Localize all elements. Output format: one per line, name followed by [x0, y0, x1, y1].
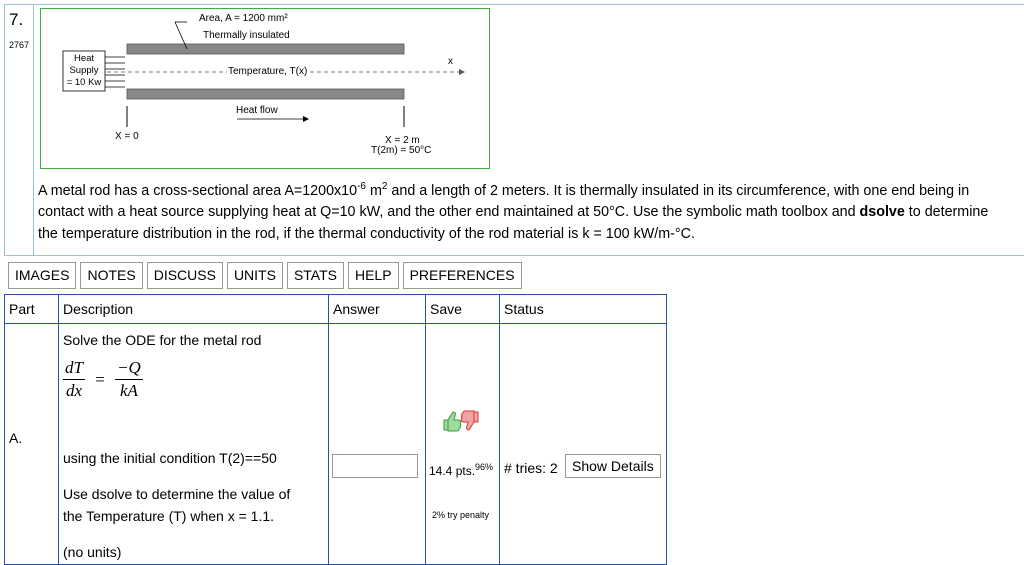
desc-condition: using the initial condition T(2)==50	[63, 450, 277, 466]
answer-cell	[328, 323, 426, 565]
part-label: A.	[9, 430, 23, 446]
temperature-label: Temperature, T(x)	[227, 66, 309, 77]
description-line-3: the temperature distribution in the rod,…	[38, 225, 695, 242]
desc-units: (no units)	[63, 544, 122, 560]
x-axis-label: x	[448, 56, 453, 67]
area-label: Area, A = 1200 mm²	[199, 13, 288, 24]
tab-discuss[interactable]: DISCUSS	[146, 262, 223, 289]
desc-task-2: the Temperature (T) when x = 1.1.	[63, 508, 275, 524]
thumbs-down-icon[interactable]	[460, 410, 479, 431]
points-percent: 96%	[475, 462, 494, 472]
tab-units[interactable]: UNITS	[226, 262, 283, 289]
t2-label: T(2m) = 50°C	[371, 145, 432, 156]
header-status: Status	[499, 294, 667, 324]
tab-preferences[interactable]: PREFERENCES	[402, 262, 522, 289]
tries-count: # tries: 2	[504, 460, 558, 476]
thumbs-up-icon[interactable]	[443, 411, 462, 432]
rod-diagram: Area, A = 1200 mm² Thermally insulated H…	[40, 8, 490, 169]
question-number: 7.	[9, 10, 24, 29]
ode-rhs: −Q kA	[115, 358, 143, 400]
desc-intro: Solve the ODE for the metal rod	[63, 332, 262, 348]
table-header-row: Part Description Answer Save Status	[4, 294, 667, 324]
status-cell: # tries: 2 Show Details	[499, 323, 667, 565]
header-part: Part	[4, 294, 59, 324]
tab-images[interactable]: IMAGES	[8, 262, 77, 289]
heat-supply-line-2: Supply	[69, 65, 99, 76]
rod-bottom-insulation	[126, 88, 405, 100]
heat-supply-line-1: Heat	[73, 53, 95, 64]
part-cell: A.	[4, 323, 59, 565]
tab-stats[interactable]: STATS	[286, 262, 344, 289]
heat-flow-label: Heat flow	[236, 105, 278, 116]
heat-supply-label: Heat Supply = 10 Kw	[64, 53, 104, 89]
tab-bar: IMAGES NOTES DISCUSS UNITS STATS HELP PR…	[8, 262, 522, 289]
header-save: Save	[425, 294, 500, 324]
show-details-button[interactable]: Show Details	[565, 454, 661, 478]
tab-help[interactable]: HELP	[347, 262, 399, 289]
answer-input[interactable]	[332, 454, 418, 478]
problem-description: A metal rod has a cross-sectional area A…	[38, 176, 1018, 245]
ode-lhs: dT dx	[63, 358, 85, 400]
desc-task-1: Use dsolve to determine the value of	[63, 486, 291, 502]
x0-label: X = 0	[115, 131, 139, 142]
ode-equation: dT dx = −Q kA	[63, 358, 143, 400]
feedback-icons	[442, 410, 482, 435]
insulated-label: Thermally insulated	[203, 30, 290, 41]
save-cell: 14.4 pts.96% 2% try penalty	[425, 323, 500, 565]
x-axis-arrowhead	[459, 69, 465, 75]
answer-table: Part Description Answer Save Status A. S…	[4, 294, 667, 565]
table-row: A. Solve the ODE for the metal rod dT dx …	[4, 323, 667, 565]
tab-notes[interactable]: NOTES	[80, 262, 143, 289]
description-line-1: A metal rod has a cross-sectional area A…	[38, 181, 970, 199]
question-id: 2767	[9, 40, 30, 50]
points-text: 14.4 pts.96%	[429, 462, 494, 478]
description-cell: Solve the ODE for the metal rod dT dx = −…	[58, 323, 329, 565]
question-divider	[33, 4, 34, 256]
try-penalty: 2% try penalty	[432, 510, 490, 520]
header-answer: Answer	[328, 294, 426, 324]
rod-top-insulation	[126, 43, 405, 55]
header-description: Description	[58, 294, 329, 324]
thumb-icons	[443, 410, 479, 432]
description-line-2: contact with a heat source supplying hea…	[38, 204, 989, 221]
heat-supply-line-3: = 10 Kw	[66, 77, 102, 88]
